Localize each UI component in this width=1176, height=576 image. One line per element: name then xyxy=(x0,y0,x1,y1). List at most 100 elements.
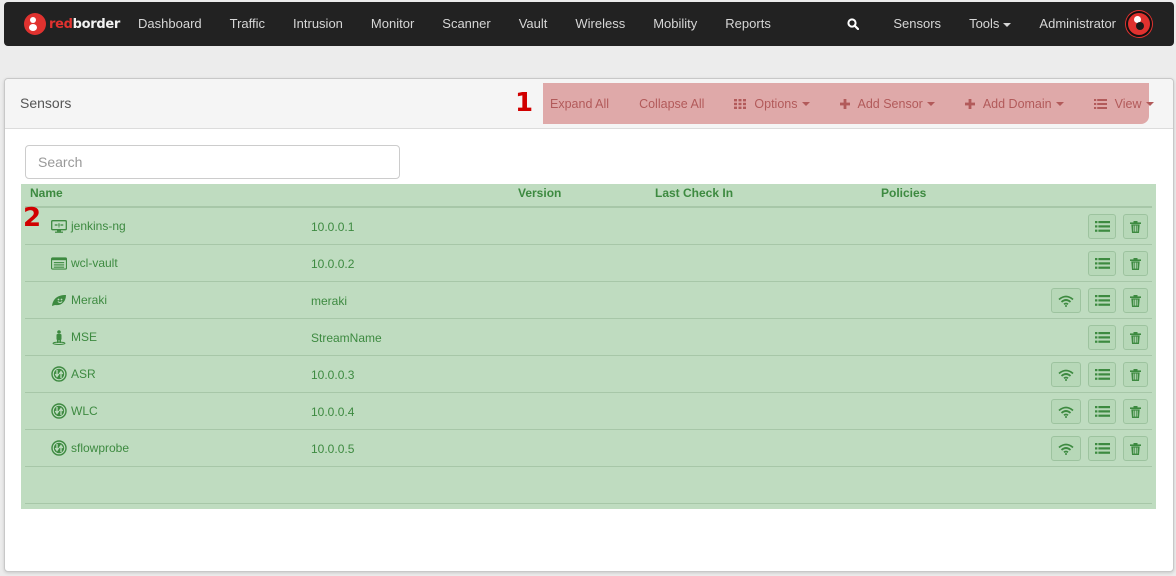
delete-sensor-button[interactable] xyxy=(1123,325,1148,350)
column-header-version[interactable]: Version xyxy=(518,186,561,200)
sensor-details-button[interactable] xyxy=(1088,325,1116,350)
nav-user-menu[interactable]: Administrator xyxy=(1025,2,1120,46)
collapse-all-button[interactable]: Collapse All xyxy=(624,97,719,111)
user-avatar[interactable] xyxy=(1126,11,1152,37)
sensor-name: jenkins-ng xyxy=(71,219,126,233)
brand-logo-link[interactable]: redborder xyxy=(24,13,120,35)
sensor-ip: 10.0.0.2 xyxy=(311,257,355,271)
sensor-details-button[interactable] xyxy=(1088,288,1116,313)
nav-monitor[interactable]: Monitor xyxy=(357,2,428,46)
redborder-logo-icon xyxy=(24,13,46,35)
panel-title: Sensors xyxy=(20,95,72,111)
caret-down-icon xyxy=(1003,22,1012,27)
trash-icon xyxy=(1130,405,1141,418)
row-actions xyxy=(1051,362,1148,387)
list-icon xyxy=(1093,98,1107,109)
table-row[interactable]: Meraki meraki xyxy=(25,282,1152,319)
wifi-icon xyxy=(1058,406,1074,418)
trash-icon xyxy=(1130,442,1141,455)
sensor-name-cell[interactable]: WLC xyxy=(51,403,98,419)
sensor-name: MSE xyxy=(71,330,98,344)
table-row[interactable]: wcl-vault 10.0.0.2 xyxy=(25,245,1152,282)
nav-dashboard[interactable]: Dashboard xyxy=(130,2,216,46)
trash-icon xyxy=(1130,331,1141,344)
vault-list-icon xyxy=(51,256,67,270)
delete-sensor-button[interactable] xyxy=(1123,436,1148,461)
options-dropdown[interactable]: Options xyxy=(719,97,824,111)
trash-icon xyxy=(1130,257,1141,270)
sensor-ip: StreamName xyxy=(311,331,382,345)
expand-all-button[interactable]: Expand All xyxy=(543,97,624,111)
sensor-name-cell[interactable]: jenkins-ng xyxy=(51,219,126,233)
table-row[interactable]: sflowprobe 10.0.0.5 xyxy=(25,430,1152,467)
wireless-config-button[interactable] xyxy=(1051,288,1081,313)
sensor-details-button[interactable] xyxy=(1088,251,1116,276)
nav-traffic[interactable]: Traffic xyxy=(216,2,279,46)
column-header-last-check-in[interactable]: Last Check In xyxy=(655,186,733,200)
sensor-name: Meraki xyxy=(71,293,108,307)
delete-sensor-button[interactable] xyxy=(1123,214,1148,239)
nav-intrusion[interactable]: Intrusion xyxy=(279,2,357,46)
column-header-policies[interactable]: Policies xyxy=(881,186,926,200)
sensors-toolbar: Expand All Collapse All Options Add Sens… xyxy=(543,83,1154,124)
nav-wireless[interactable]: Wireless xyxy=(561,2,639,46)
nav-tools-label: Tools xyxy=(969,16,1000,31)
table-row[interactable]: ASR 10.0.0.3 xyxy=(25,356,1152,393)
panel-heading: Sensors 1 Expand All Collapse All Option… xyxy=(5,79,1173,129)
delete-sensor-button[interactable] xyxy=(1123,399,1148,424)
sensors-panel: Sensors 1 Expand All Collapse All Option… xyxy=(4,78,1174,572)
options-label: Options xyxy=(754,96,798,111)
wireless-config-button[interactable] xyxy=(1051,436,1081,461)
nav-search-button[interactable] xyxy=(827,2,879,46)
wireless-config-button[interactable] xyxy=(1051,399,1081,424)
nav-reports[interactable]: Reports xyxy=(711,2,785,46)
trash-icon xyxy=(1130,368,1141,381)
sensor-name-cell[interactable]: wcl-vault xyxy=(51,256,118,270)
view-label: View xyxy=(1114,96,1142,111)
sensor-ip: 10.0.0.4 xyxy=(311,405,355,419)
view-dropdown[interactable]: View xyxy=(1079,97,1169,111)
sensor-details-button[interactable] xyxy=(1088,362,1116,387)
trash-icon xyxy=(1130,294,1141,307)
wifi-icon xyxy=(1058,295,1074,307)
caret-down-icon xyxy=(926,101,935,106)
sensors-table: Name Version Last Check In Policies jenk… xyxy=(21,184,1156,509)
caret-down-icon xyxy=(1145,101,1154,106)
nav-vault[interactable]: Vault xyxy=(505,2,562,46)
nav-tools-dropdown[interactable]: Tools xyxy=(955,2,1025,46)
table-body: jenkins-ng 10.0.0.1 wcl-vault 10.0.0.2 M… xyxy=(21,208,1156,467)
wireless-config-button[interactable] xyxy=(1051,362,1081,387)
add-sensor-dropdown[interactable]: Add Sensor xyxy=(825,97,950,111)
add-domain-dropdown[interactable]: Add Domain xyxy=(950,97,1079,111)
sensor-name: WLC xyxy=(71,404,98,418)
sensor-name-cell[interactable]: ASR xyxy=(51,366,96,382)
list-icon xyxy=(1094,258,1110,269)
delete-sensor-button[interactable] xyxy=(1123,362,1148,387)
sensor-details-button[interactable] xyxy=(1088,399,1116,424)
delete-sensor-button[interactable] xyxy=(1123,288,1148,313)
meraki-leaf-icon xyxy=(51,293,67,307)
sensor-name-cell[interactable]: MSE xyxy=(51,329,98,345)
table-row[interactable]: jenkins-ng 10.0.0.1 xyxy=(25,208,1152,245)
nav-mobility[interactable]: Mobility xyxy=(639,2,711,46)
nav-sensors[interactable]: Sensors xyxy=(879,2,955,46)
mobility-person-icon xyxy=(51,329,67,345)
table-row[interactable]: MSE StreamName xyxy=(25,319,1152,356)
sensor-search-input[interactable] xyxy=(25,145,400,179)
sensor-details-button[interactable] xyxy=(1088,436,1116,461)
annotation-marker-1: 1 xyxy=(515,88,534,118)
sensor-name: wcl-vault xyxy=(71,256,118,270)
row-actions xyxy=(1051,436,1148,461)
plus-icon xyxy=(839,98,850,109)
delete-sensor-button[interactable] xyxy=(1123,251,1148,276)
row-actions xyxy=(1051,288,1148,313)
wifi-icon xyxy=(1058,369,1074,381)
column-header-name[interactable]: Name xyxy=(30,186,63,200)
sensor-name-cell[interactable]: Meraki xyxy=(51,293,107,307)
table-row[interactable]: WLC 10.0.0.4 xyxy=(25,393,1152,430)
sensor-name-cell[interactable]: sflowprobe xyxy=(51,440,129,456)
row-actions xyxy=(1051,399,1148,424)
nav-scanner[interactable]: Scanner xyxy=(428,2,504,46)
sensor-details-button[interactable] xyxy=(1088,214,1116,239)
add-domain-label: Add Domain xyxy=(982,96,1052,111)
